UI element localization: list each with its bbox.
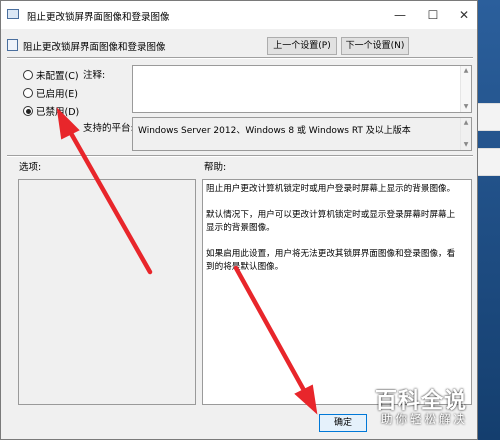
red-arrow-icon bbox=[56, 107, 153, 275]
annotation-overlay bbox=[56, 107, 318, 415]
red-arrow-icon bbox=[233, 265, 318, 415]
watermark-subtitle: 助你轻松解决 bbox=[381, 412, 468, 426]
